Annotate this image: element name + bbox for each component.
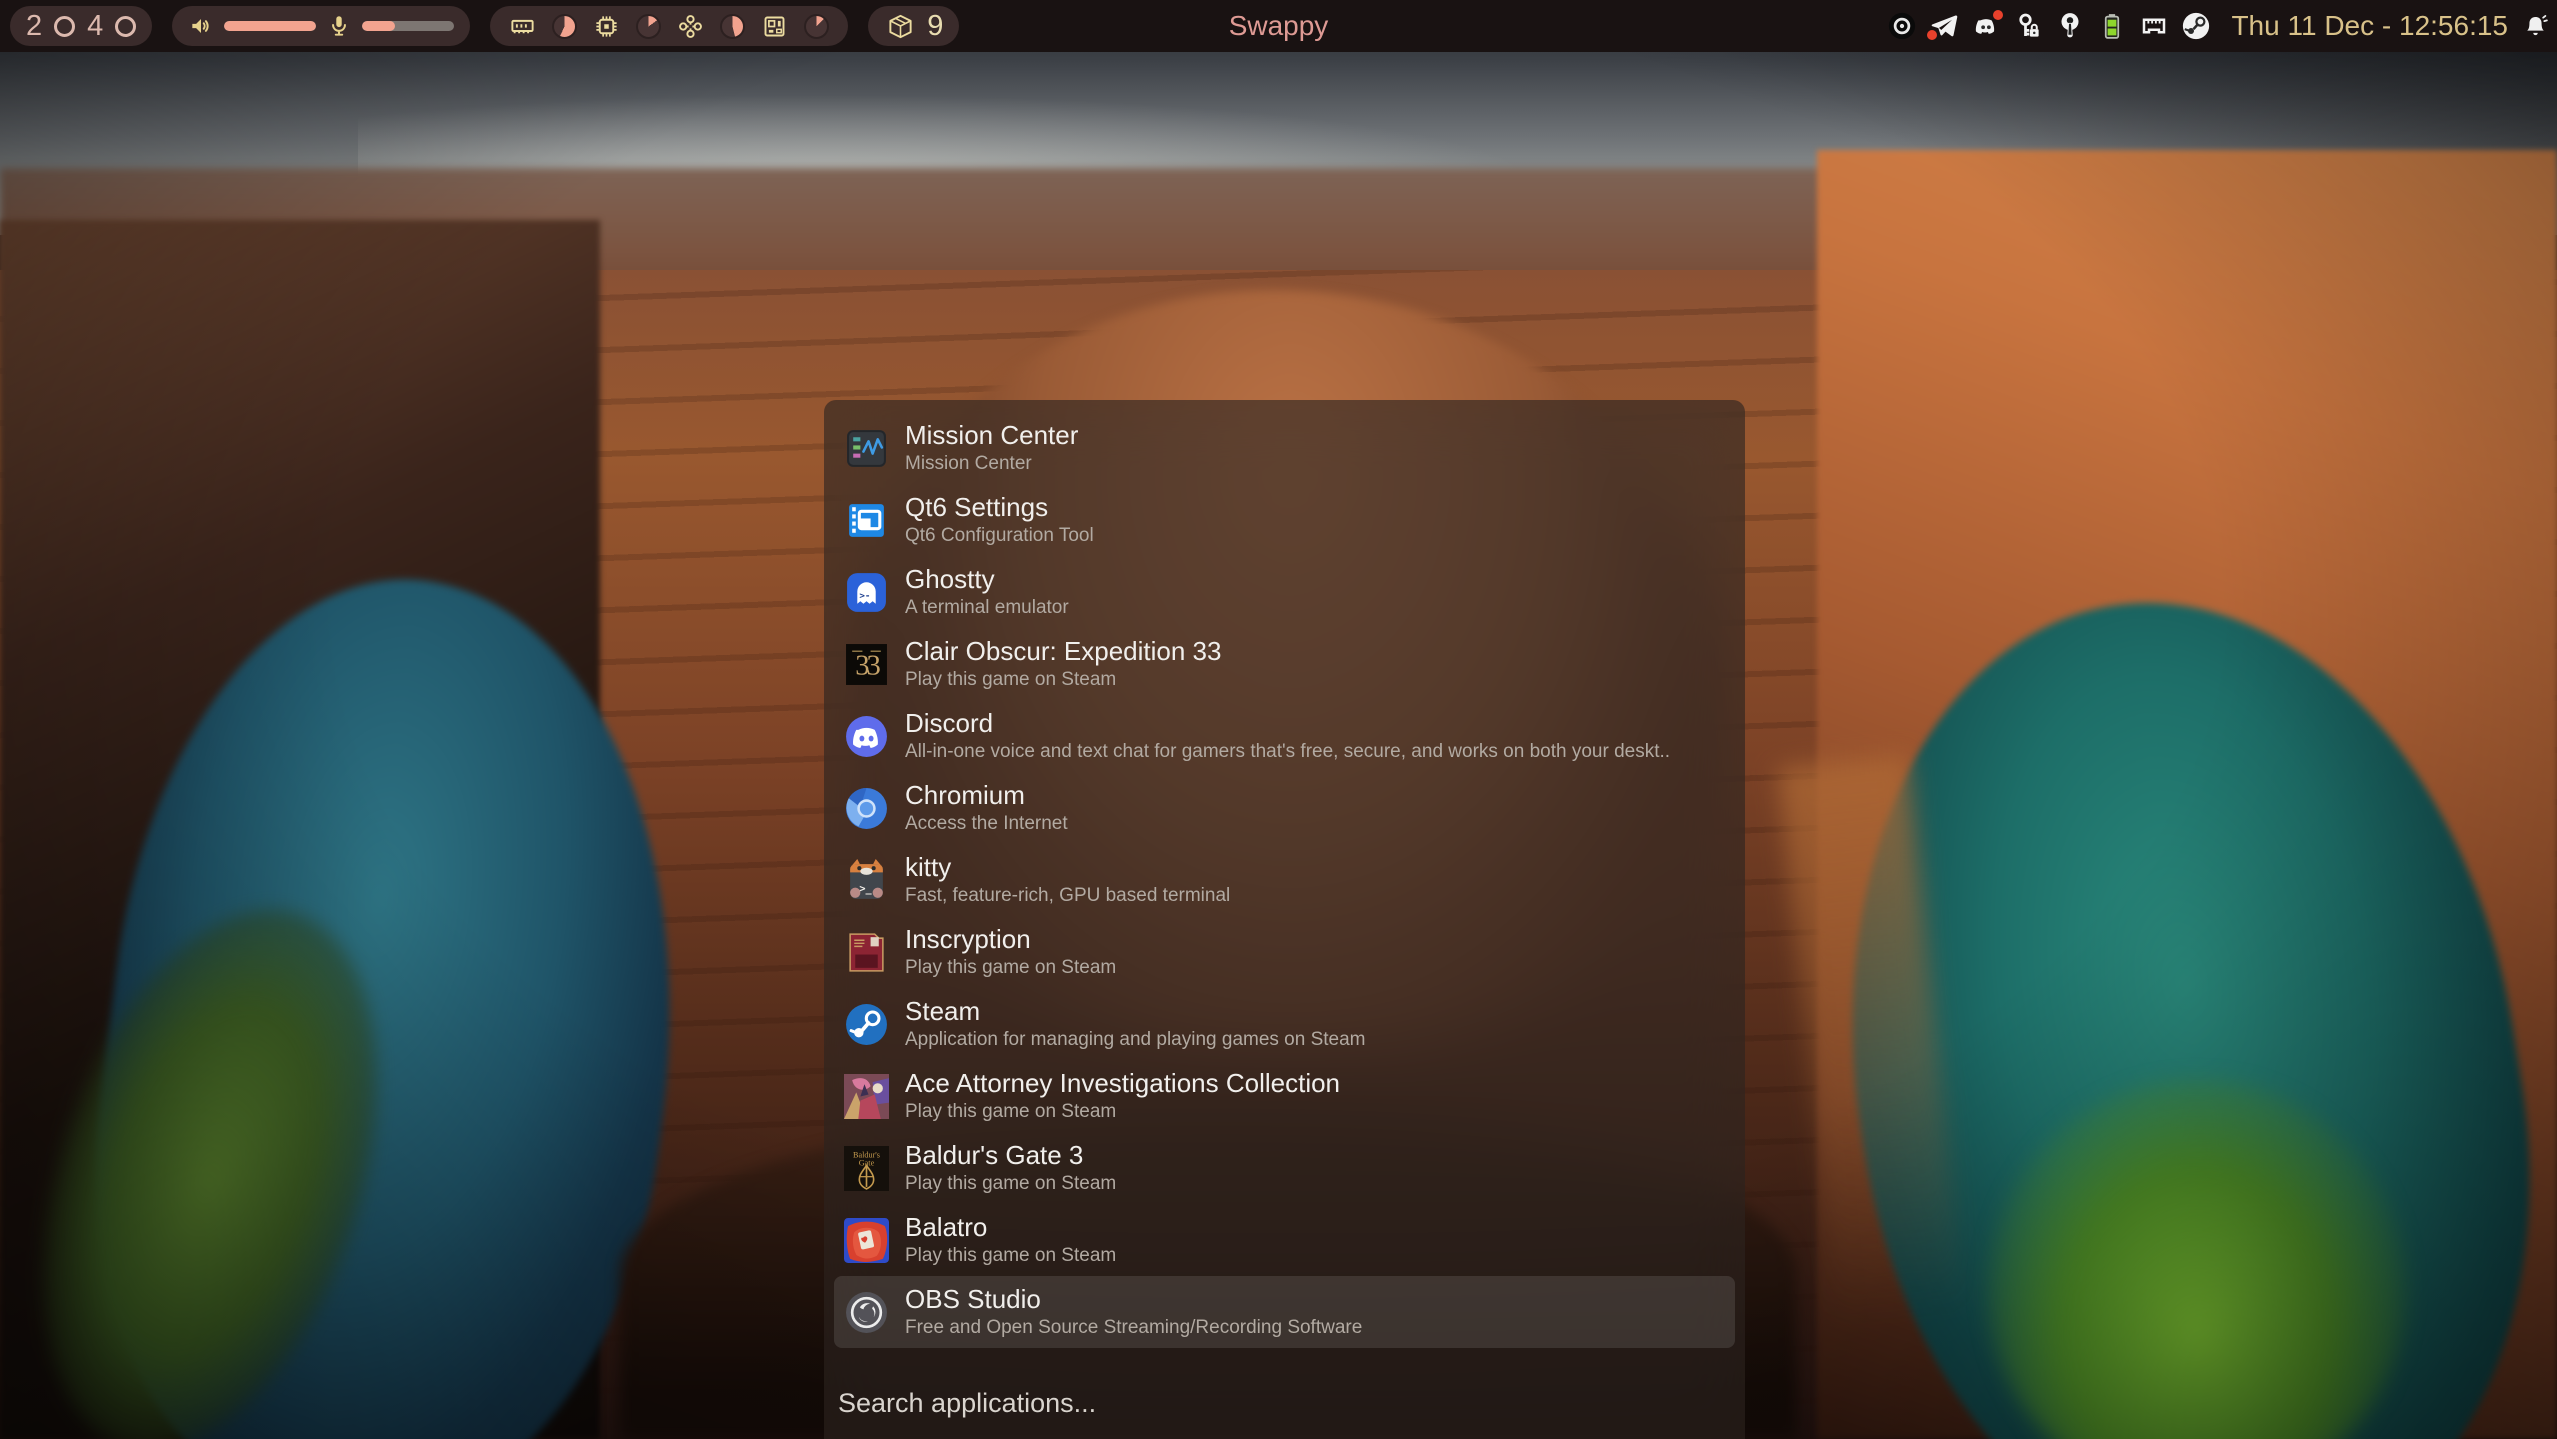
search-input[interactable]: Search applications... bbox=[838, 1388, 1096, 1419]
top-bar-left: 24 9 bbox=[10, 0, 959, 52]
clair-obscur-icon: 33 bbox=[844, 642, 889, 687]
app-subtitle: Play this game on Steam bbox=[905, 1172, 1116, 1196]
app-title: Steam bbox=[905, 996, 1366, 1027]
svg-text:>-: >- bbox=[859, 590, 870, 601]
app-title: OBS Studio bbox=[905, 1284, 1362, 1315]
list-item[interactable]: 33 Clair Obscur: Expedition 33 Play this… bbox=[834, 628, 1735, 700]
volume-slider[interactable] bbox=[224, 21, 316, 31]
audio-pill bbox=[172, 6, 470, 46]
mic-slider[interactable] bbox=[362, 21, 454, 31]
gamepad-icon bbox=[677, 13, 704, 40]
app-title: Qt6 Settings bbox=[905, 492, 1094, 523]
inscryption-icon bbox=[844, 930, 889, 975]
app-subtitle: Play this game on Steam bbox=[905, 668, 1221, 692]
workspaces-pill[interactable]: 24 bbox=[10, 6, 152, 46]
app-subtitle: Application for managing and playing gam… bbox=[905, 1028, 1366, 1052]
app-title: Ace Attorney Investigations Collection bbox=[905, 1068, 1340, 1099]
updates-pill[interactable]: 9 bbox=[868, 6, 959, 46]
ethernet-icon[interactable] bbox=[2139, 11, 2169, 41]
list-item[interactable]: Mission Center Mission Center bbox=[834, 412, 1735, 484]
telegram-icon[interactable] bbox=[1929, 11, 1959, 41]
list-item[interactable]: >- Ghostty A terminal emulator bbox=[834, 556, 1735, 628]
list-item[interactable]: >_ kitty Fast, feature-rich, GPU based t… bbox=[834, 844, 1735, 916]
app-title: Inscryption bbox=[905, 924, 1116, 955]
app-subtitle: Mission Center bbox=[905, 452, 1078, 476]
pie-usage-icon bbox=[636, 14, 661, 39]
pie-usage-icon bbox=[804, 14, 829, 39]
app-title: Mission Center bbox=[905, 420, 1078, 451]
app-subtitle: Free and Open Source Streaming/Recording… bbox=[905, 1316, 1362, 1340]
app-subtitle: Access the Internet bbox=[905, 812, 1068, 836]
obs-studio-icon bbox=[844, 1290, 889, 1335]
updates-count: 9 bbox=[927, 12, 943, 41]
speaker-icon[interactable] bbox=[188, 13, 214, 39]
key-lock-icon[interactable] bbox=[2013, 11, 2043, 41]
motherboard-icon bbox=[761, 13, 788, 40]
ghostty-icon: >- bbox=[844, 570, 889, 615]
keyhole-icon[interactable] bbox=[2055, 11, 2085, 41]
baldurs-gate-icon: Baldur'sGate bbox=[844, 1146, 889, 1191]
app-subtitle: All-in-one voice and text chat for gamer… bbox=[905, 740, 1670, 764]
list-item[interactable]: Discord All-in-one voice and text chat f… bbox=[834, 700, 1735, 772]
chromium-icon bbox=[844, 786, 889, 831]
kitty-icon: >_ bbox=[844, 858, 889, 903]
svg-text:>_: >_ bbox=[859, 883, 872, 894]
balatro-icon bbox=[844, 1218, 889, 1263]
system-stats-pill[interactable] bbox=[490, 6, 848, 46]
list-item[interactable]: Ace Attorney Investigations Collection P… bbox=[834, 1060, 1735, 1132]
clock[interactable]: Thu 11 Dec - 12:56:15 bbox=[2231, 10, 2508, 42]
qt6-settings-icon bbox=[844, 498, 889, 543]
app-title: Baldur's Gate 3 bbox=[905, 1140, 1116, 1171]
discord-tray-icon[interactable] bbox=[1971, 11, 2001, 41]
app-launcher: Mission Center Mission Center Qt6 Settin… bbox=[824, 400, 1745, 1439]
list-item[interactable]: Chromium Access the Internet bbox=[834, 772, 1735, 844]
bell-icon[interactable] bbox=[2522, 13, 2549, 40]
discord-icon bbox=[844, 714, 889, 759]
workspace-number[interactable]: 2 bbox=[26, 12, 42, 41]
ace-attorney-icon bbox=[844, 1074, 889, 1119]
mission-center-icon bbox=[844, 426, 889, 471]
system-tray bbox=[1887, 11, 2211, 41]
list-item[interactable]: Steam Application for managing and playi… bbox=[834, 988, 1735, 1060]
workspace-empty-indicator[interactable] bbox=[54, 16, 75, 37]
steelseries-icon[interactable] bbox=[1887, 11, 1917, 41]
list-item[interactable]: OBS Studio Free and Open Source Streamin… bbox=[834, 1276, 1735, 1348]
app-title: Discord bbox=[905, 708, 1670, 739]
app-subtitle: Play this game on Steam bbox=[905, 956, 1116, 980]
app-title: kitty bbox=[905, 852, 1230, 883]
app-list: Mission Center Mission Center Qt6 Settin… bbox=[824, 400, 1745, 1348]
microphone-icon[interactable] bbox=[326, 13, 352, 39]
top-bar: Swappy 24 9 Thu 11 Dec - 12:56:15 bbox=[0, 0, 2557, 52]
workspace-empty-indicator[interactable] bbox=[115, 16, 136, 37]
app-title: Balatro bbox=[905, 1212, 1116, 1243]
app-title: Chromium bbox=[905, 780, 1068, 811]
list-item[interactable]: Qt6 Settings Qt6 Configuration Tool bbox=[834, 484, 1735, 556]
package-icon bbox=[887, 13, 914, 40]
pie-usage-icon bbox=[720, 14, 745, 39]
memory-icon bbox=[509, 13, 536, 40]
app-subtitle: Play this game on Steam bbox=[905, 1100, 1340, 1124]
app-subtitle: Play this game on Steam bbox=[905, 1244, 1116, 1268]
mic-slider-fill bbox=[362, 21, 395, 31]
notification-badge bbox=[1993, 10, 2003, 20]
app-subtitle: A terminal emulator bbox=[905, 596, 1069, 620]
app-subtitle: Qt6 Configuration Tool bbox=[905, 524, 1094, 548]
app-title: Clair Obscur: Expedition 33 bbox=[905, 636, 1221, 667]
cpu-icon bbox=[593, 13, 620, 40]
desktop: Swappy 24 9 Thu 11 Dec - 12:56:15 bbox=[0, 0, 2557, 1439]
steam-tray-icon[interactable] bbox=[2181, 11, 2211, 41]
steam-icon bbox=[844, 1002, 889, 1047]
list-item[interactable]: Baldur'sGate Baldur's Gate 3 Play this g… bbox=[834, 1132, 1735, 1204]
list-item[interactable]: Balatro Play this game on Steam bbox=[834, 1204, 1735, 1276]
list-item[interactable]: Inscryption Play this game on Steam bbox=[834, 916, 1735, 988]
workspace-number[interactable]: 4 bbox=[87, 12, 103, 41]
pie-usage-icon bbox=[552, 14, 577, 39]
svg-text:33: 33 bbox=[855, 649, 880, 681]
volume-slider-fill bbox=[224, 21, 316, 31]
app-title: Ghostty bbox=[905, 564, 1069, 595]
app-subtitle: Fast, feature-rich, GPU based terminal bbox=[905, 884, 1230, 908]
battery-icon[interactable] bbox=[2097, 11, 2127, 41]
top-bar-right: Thu 11 Dec - 12:56:15 bbox=[1887, 0, 2549, 52]
